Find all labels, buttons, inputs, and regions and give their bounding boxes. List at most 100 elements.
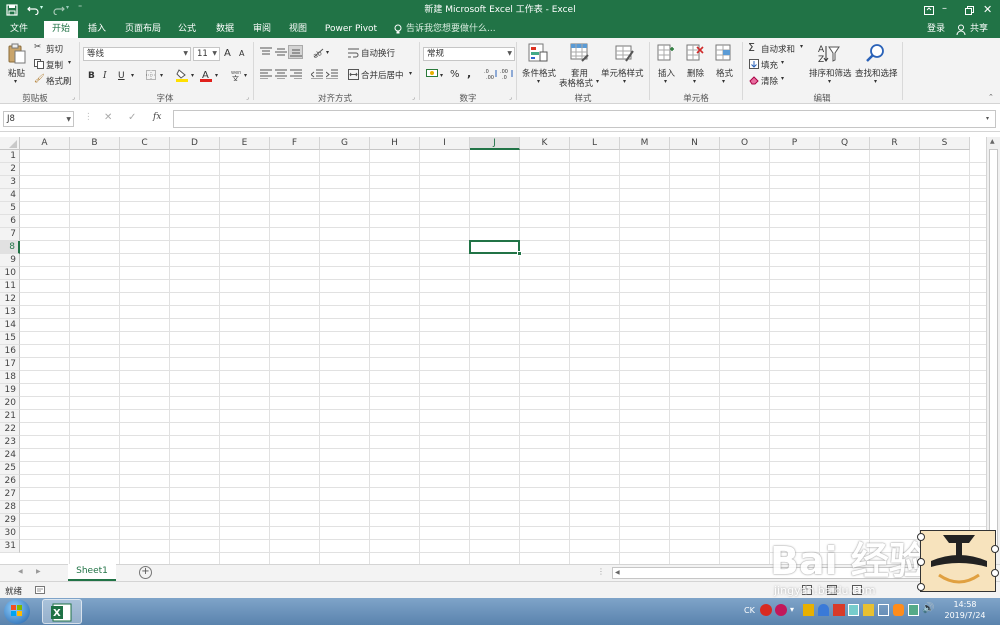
name-box[interactable]: J8 ▼ (3, 111, 74, 127)
row-header-23[interactable]: 23 (0, 436, 20, 449)
worksheet-grid[interactable]: ABCDEFGHIJKLMNOPQRS 1 2 3 4 5 6 7 8 9 10 11 12 13 14 1… (0, 137, 986, 564)
embedded-image[interactable] (917, 530, 999, 592)
column-header-a[interactable]: A (20, 137, 70, 150)
tab-review[interactable]: 审阅 (246, 21, 278, 38)
enter-icon[interactable]: ✓ (128, 112, 136, 123)
row-header-29[interactable]: 29 (0, 514, 20, 527)
number-format-select[interactable]: 常规 ▼ (423, 47, 515, 61)
format-dropdown-icon[interactable]: ▾ (722, 78, 725, 85)
percent-style-button[interactable]: % (450, 69, 460, 80)
insert-function-button[interactable]: fx (153, 112, 161, 122)
resize-handle[interactable] (917, 558, 925, 566)
underline-button[interactable]: U (118, 71, 125, 81)
insert-dropdown-icon[interactable]: ▾ (664, 78, 667, 85)
minimize-icon[interactable]: – (942, 3, 947, 14)
next-sheet-icon[interactable]: ▶ (36, 568, 41, 575)
row-header-19[interactable]: 19 (0, 384, 20, 397)
row-header-20[interactable]: 20 (0, 397, 20, 410)
scroll-up-icon[interactable]: ▲ (990, 138, 995, 145)
cell-styles-dropdown-icon[interactable]: ▾ (623, 78, 626, 85)
column-header-p[interactable]: P (770, 137, 820, 150)
select-all-corner[interactable] (0, 137, 20, 150)
column-header-k[interactable]: K (520, 137, 570, 150)
paste-dropdown-icon[interactable]: ▾ (14, 78, 17, 85)
resize-handle[interactable] (991, 545, 999, 553)
tab-page-layout[interactable]: 页面布局 (120, 21, 166, 38)
column-header-h[interactable]: H (370, 137, 420, 150)
sheet-tab-sheet1[interactable]: Sheet1 (68, 564, 116, 581)
tray-monitor-icon[interactable] (908, 604, 919, 616)
accounting-dropdown-icon[interactable]: ▾ (440, 72, 443, 79)
tray-volume-icon[interactable]: 🔊 (922, 603, 934, 614)
tab-view[interactable]: 视图 (282, 21, 314, 38)
delete-dropdown-icon[interactable]: ▾ (693, 78, 696, 85)
align-left-icon[interactable] (259, 68, 273, 80)
format-painter-button[interactable]: 格式刷 (46, 75, 72, 87)
tray-shield-icon[interactable] (803, 604, 814, 616)
row-header-5[interactable]: 5 (0, 202, 20, 215)
row-header-18[interactable]: 18 (0, 371, 20, 384)
resize-handle[interactable] (917, 583, 925, 591)
scroll-thumb[interactable] (989, 149, 998, 547)
row-header-12[interactable]: 12 (0, 293, 20, 306)
formula-input[interactable] (173, 110, 996, 128)
borders-dropdown-icon[interactable]: ▾ (160, 72, 163, 79)
ribbon-display-options-icon[interactable] (922, 3, 936, 17)
column-header-s[interactable]: S (920, 137, 970, 150)
conditional-dropdown-icon[interactable]: ▾ (537, 78, 540, 85)
taskbar-excel-button[interactable]: X (42, 599, 82, 624)
column-header-c[interactable]: C (120, 137, 170, 150)
wrap-text-button[interactable]: 自动换行 (361, 47, 395, 59)
row-header-11[interactable]: 11 (0, 280, 20, 293)
row-header-3[interactable]: 3 (0, 176, 20, 189)
clock-time[interactable]: 14:58 (940, 600, 990, 609)
sign-in-link[interactable]: 登录 (924, 21, 948, 38)
format-as-table-label-2[interactable]: 表格格式 (559, 77, 593, 89)
column-header-r[interactable]: R (870, 137, 920, 150)
tray-app-icon[interactable] (760, 604, 772, 616)
row-header-25[interactable]: 25 (0, 462, 20, 475)
decrease-decimal-icon[interactable]: .00.0 (500, 68, 514, 80)
decrease-font-size-button[interactable]: A (239, 49, 244, 58)
column-header-n[interactable]: N (670, 137, 720, 150)
column-header-l[interactable]: L (570, 137, 620, 150)
share-button[interactable]: 共享 (968, 21, 990, 38)
expand-formula-bar-icon[interactable]: ▾ (986, 115, 989, 122)
split-handle-icon[interactable]: ⋮ (597, 567, 605, 576)
tell-me-search[interactable]: 告诉我您想要做什么... (406, 21, 496, 38)
row-header-30[interactable]: 30 (0, 527, 20, 540)
column-header-o[interactable]: O (720, 137, 770, 150)
column-header-e[interactable]: E (220, 137, 270, 150)
row-header-17[interactable]: 17 (0, 358, 20, 371)
clock-date[interactable]: 2019/7/24 (938, 611, 992, 620)
fill-color-dropdown-icon[interactable]: ▾ (191, 72, 194, 79)
tab-power-pivot[interactable]: Power Pivot (322, 21, 380, 38)
redo-icon[interactable] (51, 3, 67, 17)
bold-button[interactable]: B (88, 71, 95, 81)
number-launcher-icon[interactable]: ⌟ (509, 94, 512, 101)
row-header-2[interactable]: 2 (0, 163, 20, 176)
row-header-13[interactable]: 13 (0, 306, 20, 319)
tab-data[interactable]: 数据 (208, 21, 242, 38)
align-middle-icon[interactable] (274, 46, 288, 58)
column-header-q[interactable]: Q (820, 137, 870, 150)
phonetic-icon[interactable]: wen 文 (229, 68, 243, 82)
undo-icon[interactable] (25, 3, 41, 17)
tray-expand-icon[interactable]: ▾ (790, 605, 794, 614)
resize-handle[interactable] (991, 569, 999, 577)
tray-home-icon[interactable] (833, 604, 845, 616)
increase-decimal-icon[interactable]: .0.00 (484, 68, 498, 80)
column-header-m[interactable]: M (620, 137, 670, 150)
align-top-icon[interactable] (259, 46, 273, 58)
sort-dropdown-icon[interactable]: ▾ (828, 78, 831, 85)
restore-icon[interactable] (962, 3, 976, 17)
merge-center-button[interactable]: 合并后居中 (361, 69, 404, 81)
font-color-icon[interactable]: A (199, 68, 212, 82)
scroll-left-icon[interactable]: ◀ (615, 569, 620, 576)
row-header-8[interactable]: 8 (0, 241, 20, 254)
tab-file[interactable]: 文件 (4, 21, 34, 38)
fill-handle[interactable] (517, 251, 522, 256)
italic-button[interactable]: I (103, 71, 107, 81)
row-header-27[interactable]: 27 (0, 488, 20, 501)
autosum-dropdown-icon[interactable]: ▾ (800, 43, 803, 50)
